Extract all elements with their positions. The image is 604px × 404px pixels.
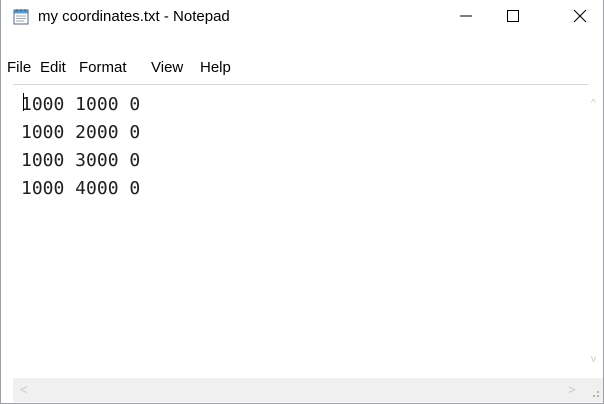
close-button[interactable] [557, 0, 603, 32]
grip-dot [597, 395, 599, 397]
scroll-left-icon[interactable]: < [20, 382, 28, 397]
grip-dot [597, 391, 599, 393]
menu-edit[interactable]: Edit [34, 56, 72, 80]
size-grip[interactable] [586, 378, 603, 402]
minimize-button[interactable] [443, 0, 489, 32]
window-title: my coordinates.txt - Notepad [38, 8, 230, 25]
editor-text[interactable]: 1000 1000 0 1000 2000 0 1000 3000 0 1000… [21, 91, 581, 371]
horizontal-scrollbar[interactable]: < > [13, 378, 586, 402]
menu-help[interactable]: Help [194, 56, 237, 80]
maximize-button[interactable] [490, 0, 536, 32]
notepad-window: my coordinates.txt - Notepad File Edit F… [0, 0, 604, 404]
scroll-up-icon[interactable]: ^ [591, 98, 596, 109]
vertical-scrollbar[interactable]: ^ v [586, 86, 603, 376]
maximize-icon [507, 10, 519, 22]
editor-margin [1, 86, 13, 402]
minimize-icon [460, 15, 472, 17]
text-editor[interactable]: 1000 1000 0 1000 2000 0 1000 3000 0 1000… [13, 84, 588, 380]
menu-view[interactable]: View [145, 56, 189, 80]
menu-file[interactable]: File [1, 56, 37, 80]
scroll-right-icon[interactable]: > [568, 382, 576, 397]
close-icon [573, 9, 587, 23]
scroll-down-icon[interactable]: v [591, 354, 596, 365]
title-bar[interactable]: my coordinates.txt - Notepad [1, 0, 603, 32]
grip-dot [593, 395, 595, 397]
menu-bar: File Edit Format View Help [1, 56, 603, 82]
text-caret [23, 93, 24, 111]
menu-format[interactable]: Format [73, 56, 133, 80]
notepad-icon[interactable] [12, 7, 30, 25]
